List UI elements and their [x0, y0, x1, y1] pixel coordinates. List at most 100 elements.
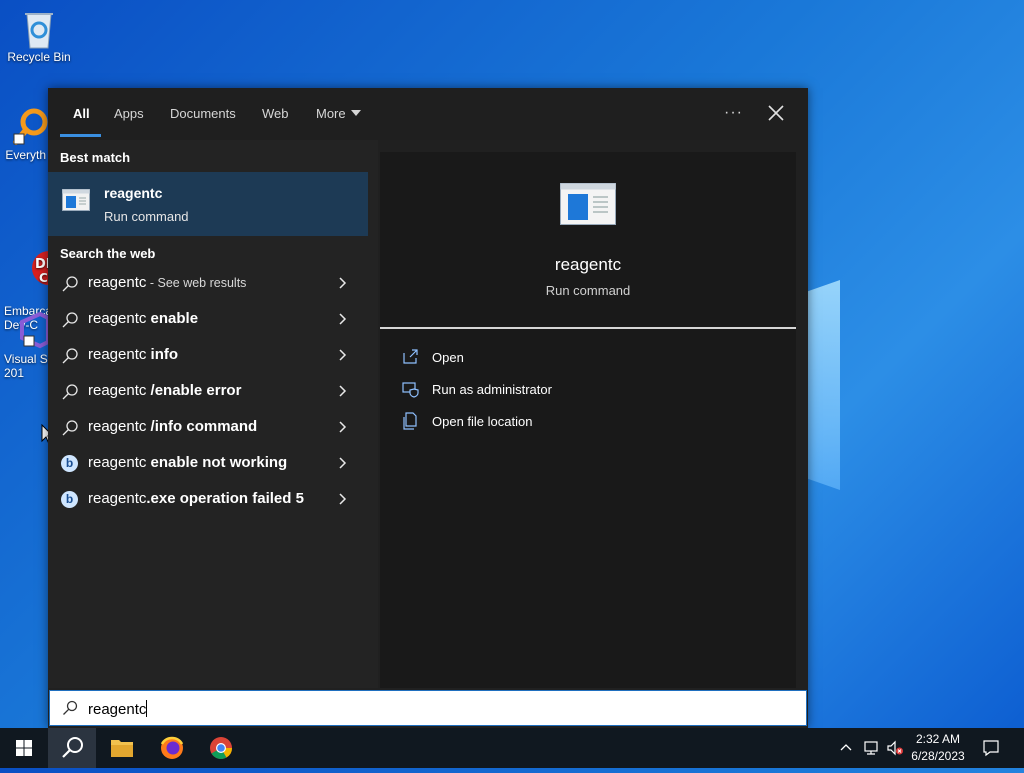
desktop-icon-recycle-bin[interactable]: Recycle Bin — [3, 8, 75, 64]
taskbar-chrome[interactable] — [197, 728, 245, 768]
web-result-item[interactable]: reagentc - See web results — [48, 266, 368, 300]
web-result-text: reagentc enable not working — [88, 454, 287, 471]
best-match-heading: Best match — [60, 150, 131, 165]
web-result-suggestion: /enable error — [150, 382, 242, 399]
open-icon — [403, 349, 418, 364]
desktop-icon-label: Recycle Bin — [7, 50, 71, 64]
preview-subtitle: Run command — [545, 283, 631, 298]
file-location-icon — [403, 412, 417, 430]
web-result-suggestion: enable not working — [150, 454, 288, 471]
chevron-right-icon[interactable] — [336, 492, 348, 506]
best-match-title: reagentc — [104, 185, 163, 201]
preview-pane: reagentc Run command Open Run as adminis… — [380, 152, 796, 688]
chevron-right-icon[interactable] — [336, 348, 348, 362]
taskbar-firefox[interactable] — [148, 728, 196, 768]
chevron-right-icon[interactable] — [336, 456, 348, 470]
ellipsis-icon[interactable]: ··· — [724, 104, 743, 122]
taskbar-search-button[interactable] — [48, 728, 96, 768]
web-result-query: reagentc — [88, 454, 151, 471]
web-result-query: reagentc — [88, 490, 147, 507]
run-command-icon — [560, 183, 616, 225]
web-result-query: reagentc — [88, 346, 151, 363]
tab-more-label: More — [316, 106, 346, 121]
web-result-item[interactable]: b reagentc.exe operation failed 5 — [48, 482, 368, 516]
web-result-query: reagentc — [88, 418, 151, 435]
recycle-bin-icon — [19, 8, 59, 49]
chevron-right-icon[interactable] — [336, 420, 348, 434]
bing-icon: b — [61, 491, 79, 509]
search-icon — [61, 275, 79, 293]
windows-logo-icon — [16, 740, 32, 756]
web-result-suggestion: /info command — [150, 418, 258, 435]
clock-date[interactable]: 6/28/2023 — [906, 749, 970, 763]
taskbar: 2:32 AM 6/28/2023 — [0, 728, 1024, 768]
tab-web[interactable]: Web — [262, 106, 289, 121]
search-icon — [61, 419, 79, 437]
web-result-query: reagentc — [88, 382, 151, 399]
search-web-heading: Search the web — [60, 246, 156, 261]
search-query: reagentc — [88, 701, 147, 718]
web-result-item[interactable]: reagentc enable — [48, 302, 368, 336]
devcpp-icon: DEV C++ — [12, 234, 68, 285]
best-match-subtitle: Run command — [104, 209, 189, 224]
chevron-right-icon[interactable] — [336, 312, 348, 326]
web-result-item[interactable]: reagentc /info command — [48, 410, 368, 444]
text-cursor — [146, 700, 148, 717]
tab-apps[interactable]: Apps — [114, 106, 144, 121]
tab-more[interactable]: More — [316, 106, 361, 121]
visual-studio-icon — [12, 310, 52, 350]
web-result-item[interactable]: reagentc /enable error — [48, 374, 368, 408]
search-panel: All Apps Documents Web More ··· Best mat… — [48, 88, 808, 728]
web-result-hint: - See web results — [146, 276, 247, 290]
chevron-up-icon[interactable] — [838, 740, 854, 756]
run-as-admin-label: Run as administrator — [432, 382, 552, 397]
web-result-text: reagentc /enable error — [88, 382, 241, 399]
active-tab-indicator — [60, 134, 101, 137]
search-icon — [61, 347, 79, 365]
preview-divider — [380, 327, 796, 329]
web-result-text: reagentc.exe operation failed 5 — [88, 490, 304, 507]
web-result-text: reagentc enable — [88, 310, 198, 327]
web-result-item[interactable]: reagentc info — [48, 338, 368, 372]
search-input-text: reagentc — [88, 700, 148, 718]
web-result-text: reagentc - See web results — [88, 274, 246, 291]
results-list: Best match reagentc Run command Search t… — [48, 140, 378, 688]
chevron-right-icon[interactable] — [336, 384, 348, 398]
web-result-suggestion: enable — [150, 310, 199, 327]
open-file-location-label: Open file location — [432, 414, 533, 429]
everything-icon — [10, 106, 50, 146]
chrome-icon — [210, 737, 232, 759]
shield-admin-icon — [402, 382, 419, 398]
network-icon[interactable] — [862, 740, 880, 756]
web-result-text: reagentc /info command — [88, 418, 257, 435]
web-result-item[interactable]: b reagentc enable not working — [48, 446, 368, 480]
web-result-text: reagentc info — [88, 346, 178, 363]
preview-title: reagentc — [554, 255, 622, 274]
clock-time[interactable]: 2:32 AM — [906, 732, 970, 746]
folder-icon — [111, 740, 133, 757]
run-command-icon — [62, 189, 90, 211]
taskbar-file-explorer[interactable] — [98, 728, 146, 768]
volume-muted-icon[interactable] — [886, 740, 904, 756]
best-match-item[interactable]: reagentc Run command — [48, 172, 368, 236]
search-input[interactable]: reagentc — [49, 690, 807, 726]
open-label: Open — [432, 350, 464, 365]
search-icon — [61, 383, 79, 401]
start-button[interactable] — [0, 728, 48, 768]
chevron-down-icon — [350, 110, 361, 116]
close-icon[interactable] — [766, 103, 786, 123]
web-result-suggestion: .exe operation failed 5 — [146, 490, 304, 507]
web-result-query: reagentc — [88, 310, 151, 327]
notifications-icon[interactable] — [982, 739, 1000, 757]
search-icon — [61, 311, 79, 329]
web-result-suggestion: info — [150, 346, 179, 363]
search-tabs-bar: All Apps Documents Web More ··· — [48, 88, 808, 140]
firefox-icon — [160, 736, 184, 759]
tab-all[interactable]: All — [73, 106, 90, 121]
tab-documents[interactable]: Documents — [170, 106, 236, 121]
bing-icon: b — [61, 455, 79, 473]
search-icon — [63, 700, 78, 715]
chevron-right-icon[interactable] — [336, 276, 348, 290]
search-icon — [62, 737, 83, 758]
web-result-query: reagentc — [88, 274, 147, 291]
